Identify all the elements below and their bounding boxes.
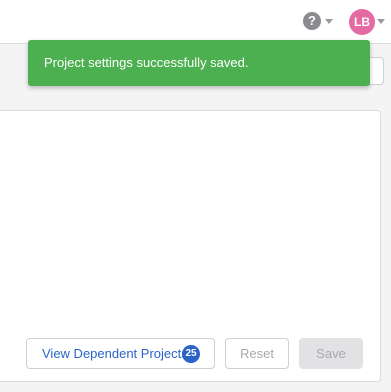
help-chevron-down-icon[interactable]	[325, 19, 333, 24]
user-avatar[interactable]: LB	[349, 9, 375, 35]
reset-button[interactable]: Reset	[225, 338, 289, 369]
success-toast: Project settings successfully saved.	[28, 40, 370, 86]
help-icon[interactable]: ?	[303, 12, 321, 30]
toast-message: Project settings successfully saved.	[44, 55, 249, 70]
user-menu-chevron-down-icon[interactable]	[377, 19, 385, 24]
save-button[interactable]: Save	[299, 338, 363, 369]
dependents-count-badge: 25	[182, 345, 200, 363]
view-dependent-projects-label: View Dependent Projects	[42, 346, 188, 361]
view-dependent-projects-button[interactable]: View Dependent Projects 25	[26, 338, 215, 369]
top-bar: ? LB	[0, 0, 391, 44]
